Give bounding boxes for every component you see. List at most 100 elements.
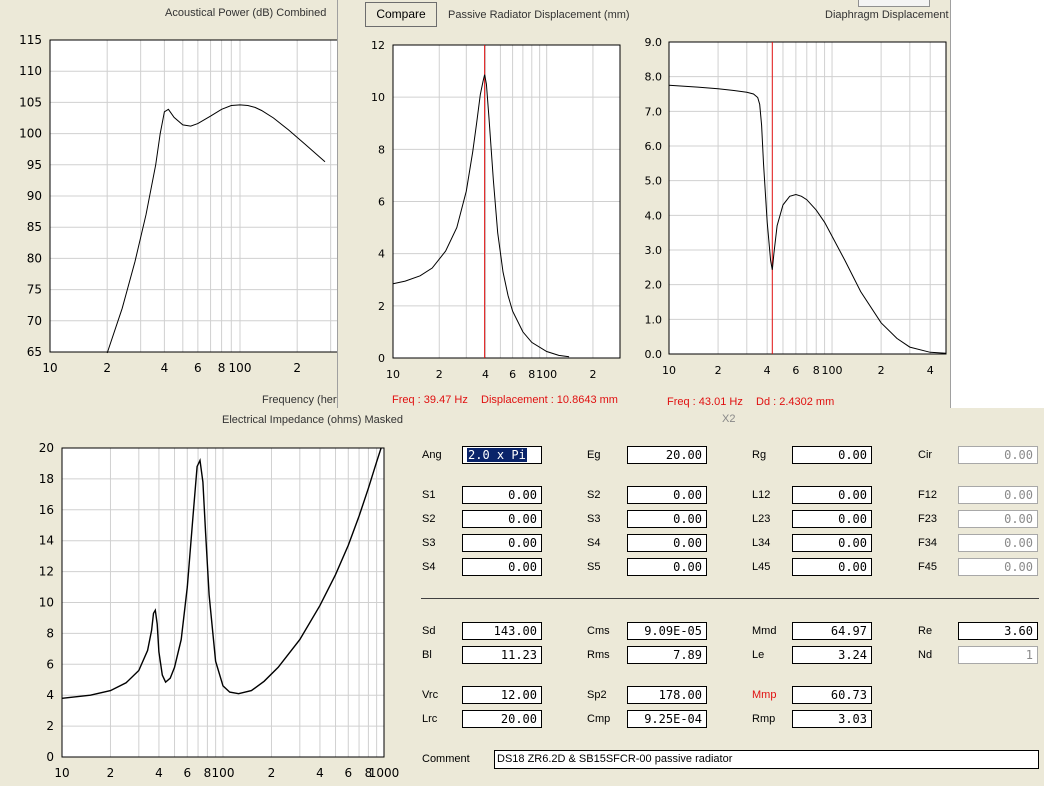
y-tick-label: 6.0 (645, 140, 663, 153)
param-label-cms: Cms (587, 625, 610, 637)
params-window-title: X2 (722, 413, 736, 425)
y-tick-label: 105 (19, 95, 42, 109)
param-label-rms: Rms (587, 649, 610, 661)
x-tick-label: 10 (386, 368, 400, 381)
y-tick-label: 0 (46, 750, 54, 764)
param-field-s2[interactable]: 0.00 (627, 486, 707, 504)
param-label-s2: S2 (422, 513, 436, 525)
param-field-rmp[interactable]: 3.03 (792, 710, 872, 728)
param-field-s5[interactable]: 0.00 (627, 558, 707, 576)
x-tick-label: 10 (662, 364, 676, 377)
y-tick-label: 110 (19, 64, 42, 78)
param-field-l12[interactable]: 0.00 (792, 486, 872, 504)
y-tick-label: 10 (39, 596, 54, 610)
param-label-f34: F34 (918, 537, 937, 549)
param-field-vrc[interactable]: 12.00 (462, 686, 542, 704)
param-label-rmp: Rmp (752, 713, 776, 725)
param-field-l23[interactable]: 0.00 (792, 510, 872, 528)
x-tick-label: 6 (344, 766, 352, 780)
param-field-sp2[interactable]: 178.00 (627, 686, 707, 704)
y-tick-label: 9.0 (645, 36, 663, 49)
x-tick-label: 2 (878, 364, 885, 377)
param-field-s2[interactable]: 0.00 (462, 510, 542, 528)
x-tick-label: 100 (536, 368, 557, 381)
x-tick-label: 4 (316, 766, 324, 780)
param-field-l34[interactable]: 0.00 (792, 534, 872, 552)
param-label-eg: Eg (587, 449, 601, 461)
parameters-window: X2 Ang 2.0 x Pi Eg 20.00 Rg 0.00 Cir 0.00 S1 0.00… (412, 408, 1044, 786)
y-tick-label: 100 (19, 127, 42, 141)
param-field-sd[interactable]: 143.00 (462, 622, 542, 640)
param-label-l34: L34 (752, 537, 771, 549)
param-field-mmd[interactable]: 64.97 (792, 622, 872, 640)
y-tick-label: 4.0 (645, 209, 663, 222)
x-tick-label: 2 (589, 368, 596, 381)
param-field-s3[interactable]: 0.00 (462, 534, 542, 552)
y-tick-label: 1.0 (645, 313, 663, 326)
diaphragm-readout-freq: Freq : 43.01 Hz (667, 396, 743, 408)
param-field-bl[interactable]: 11.23 (462, 646, 542, 664)
param-field-s4[interactable]: 0.00 (462, 558, 542, 576)
param-field-mmp[interactable]: 60.73 (792, 686, 872, 704)
impedance-window: Electrical Impedance (ohms) Masked 02468… (0, 408, 414, 786)
y-tick-label: 12 (371, 39, 385, 52)
param-field-s1[interactable]: 0.00 (462, 486, 542, 504)
param-field-s3[interactable]: 0.00 (627, 510, 707, 528)
param-label-cir: Cir (918, 449, 933, 461)
y-tick-label: 2 (46, 719, 54, 733)
param-label-f45: F45 (918, 561, 937, 573)
param-field-f34: 0.00 (958, 534, 1038, 552)
param-field-rg[interactable]: 0.00 (792, 446, 872, 464)
comment-field[interactable]: DS18 ZR6.2D & SB15SFCR-00 passive radiat… (494, 750, 1039, 769)
passive-readout-freq: Freq : 39.47 Hz (392, 394, 468, 406)
param-field-s4[interactable]: 0.00 (627, 534, 707, 552)
plot-area (669, 42, 946, 354)
param-label-s2: S2 (587, 489, 601, 501)
param-label-sp2: Sp2 (587, 689, 607, 701)
y-tick-label: 12 (39, 565, 54, 579)
y-tick-label: 80 (27, 251, 42, 265)
param-field-cms[interactable]: 9.09E-05 (627, 622, 707, 640)
param-field-l45[interactable]: 0.00 (792, 558, 872, 576)
x-tick-label: 1000 (369, 766, 400, 780)
diaphragm-readout-dd: Dd : 2.4302 mm (756, 396, 835, 408)
x-tick-label: 8 (204, 766, 212, 780)
param-field-ang[interactable]: 2.0 x Pi (462, 446, 542, 464)
param-label-f23: F23 (918, 513, 937, 525)
x-tick-label: 2 (107, 766, 115, 780)
y-tick-label: 0 (378, 352, 385, 365)
x-tick-label: 4 (155, 766, 163, 780)
param-field-eg[interactable]: 20.00 (627, 446, 707, 464)
y-tick-label: 8 (46, 626, 54, 640)
x-tick-label: 8 (813, 364, 820, 377)
y-tick-label: 0.0 (645, 348, 663, 361)
x-tick-label: 2 (436, 368, 443, 381)
x-tick-label: 100 (229, 361, 252, 375)
param-field-f12: 0.00 (958, 486, 1038, 504)
y-tick-label: 65 (27, 345, 42, 359)
param-field-lrc[interactable]: 20.00 (462, 710, 542, 728)
x-tick-label: 10 (54, 766, 69, 780)
y-tick-label: 18 (39, 472, 54, 486)
y-tick-label: 20 (39, 441, 54, 455)
param-label-mmd: Mmd (752, 625, 777, 637)
x-tick-label: 2 (715, 364, 722, 377)
x-tick-label: 10 (42, 361, 57, 375)
y-tick-label: 8.0 (645, 71, 663, 84)
param-field-rms[interactable]: 7.89 (627, 646, 707, 664)
passive-readout-displacement: Displacement : 10.8643 mm (481, 394, 618, 406)
x-tick-label: 2 (293, 361, 301, 375)
y-tick-label: 4 (46, 688, 54, 702)
param-field-le[interactable]: 3.24 (792, 646, 872, 664)
y-tick-label: 2 (378, 300, 385, 313)
x-tick-label: 4 (927, 364, 934, 377)
y-tick-label: 115 (19, 33, 42, 47)
y-tick-label: 8 (378, 143, 385, 156)
param-label-ang: Ang (422, 449, 442, 461)
y-tick-label: 14 (39, 534, 54, 548)
param-field-cmp[interactable]: 9.25E-04 (627, 710, 707, 728)
param-label-nd: Nd (918, 649, 933, 661)
param-field-re[interactable]: 3.60 (958, 622, 1038, 640)
param-field-f45: 0.00 (958, 558, 1038, 576)
y-tick-label: 5.0 (645, 175, 663, 188)
